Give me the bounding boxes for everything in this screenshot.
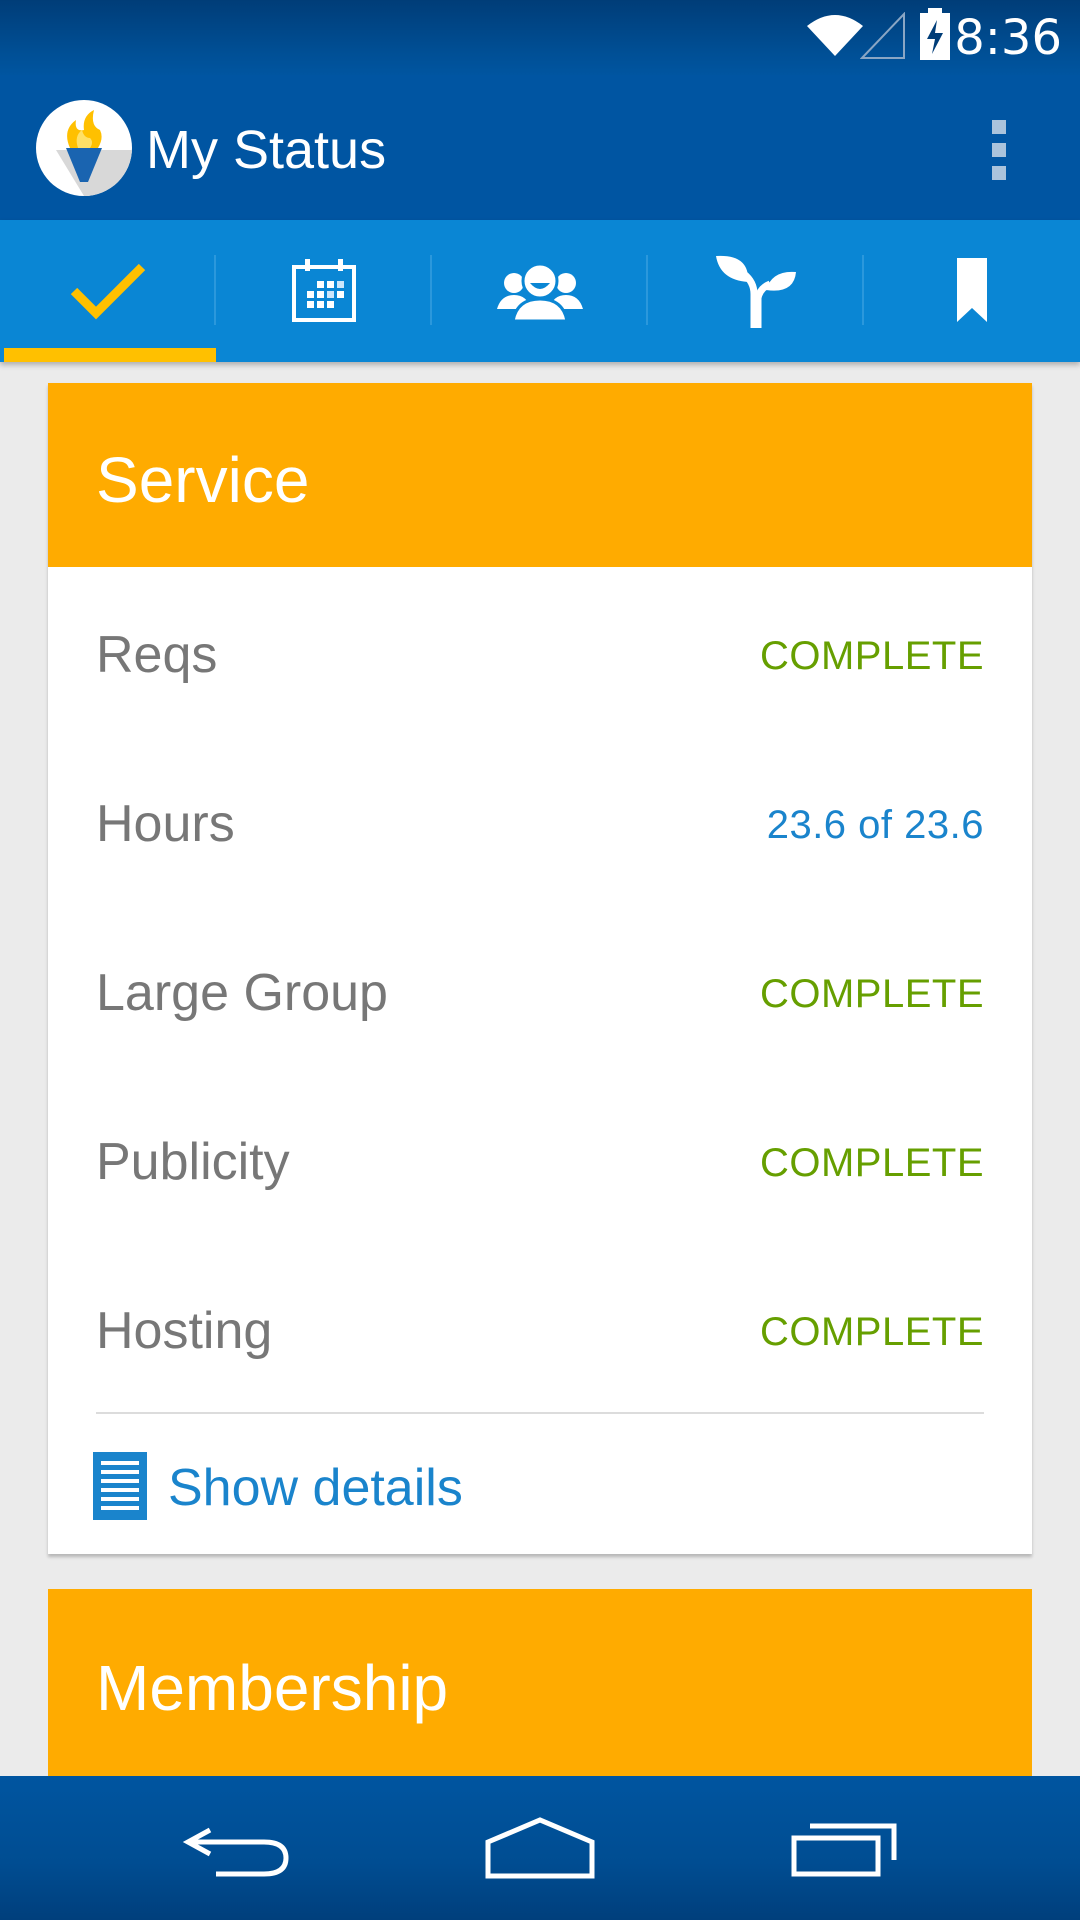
sprout-icon (716, 255, 796, 328)
document-icon (93, 1452, 147, 1520)
show-details-button[interactable]: Show details (48, 1414, 1032, 1554)
requirement-row: Hosting COMPLETE (48, 1243, 1032, 1412)
tab-bookmarks[interactable] (864, 220, 1080, 362)
back-icon[interactable] (180, 1816, 300, 1886)
service-card-header: Service (48, 383, 1032, 567)
membership-card: Membership (48, 1589, 1032, 1779)
torch-logo-icon[interactable] (36, 100, 132, 196)
requirement-status: COMPLETE (759, 634, 984, 678)
clock: 8:36 (954, 10, 1062, 66)
bookmark-icon (957, 258, 987, 322)
status-bar: 8:36 (0, 0, 1080, 75)
requirement-label: Large Group (96, 964, 388, 1022)
membership-card-title: Membership (96, 1652, 449, 1724)
tab-growth[interactable] (648, 220, 864, 362)
group-icon (497, 262, 583, 321)
page-title: My Status (146, 120, 387, 180)
requirement-label: Publicity (96, 1133, 290, 1191)
service-card-title: Service (96, 444, 310, 516)
service-card: Service Reqs COMPLETE Hours 23.6 of 23.6… (48, 383, 1032, 1554)
tab-members[interactable] (432, 220, 648, 362)
requirement-row: Publicity COMPLETE (48, 1074, 1032, 1243)
requirement-label: Hours (96, 795, 235, 853)
requirement-status: COMPLETE (759, 1141, 984, 1185)
requirement-status: 23.6 of 23.6 (766, 803, 984, 847)
requirement-label: Reqs (96, 626, 218, 684)
calendar-icon (292, 259, 356, 322)
overflow-dot-icon (992, 120, 1006, 134)
requirement-row: Reqs COMPLETE (48, 567, 1032, 736)
requirement-row: Large Group COMPLETE (48, 905, 1032, 1074)
overflow-dot-icon (992, 166, 1006, 180)
requirement-status: COMPLETE (759, 972, 984, 1016)
tab-calendar[interactable] (216, 220, 432, 362)
show-details-label: Show details (168, 1459, 463, 1517)
overflow-menu-button[interactable] (965, 105, 1031, 195)
app-bar: My Status (0, 75, 1080, 220)
signal-icon (860, 12, 905, 59)
selected-tab-indicator (4, 348, 216, 362)
requirement-label: Hosting (96, 1302, 273, 1360)
recent-apps-icon[interactable] (780, 1816, 900, 1886)
requirement-status: COMPLETE (759, 1310, 984, 1354)
tab-bar (0, 220, 1080, 362)
membership-card-header[interactable]: Membership (48, 1589, 1032, 1779)
home-icon[interactable] (480, 1816, 600, 1886)
requirement-row: Hours 23.6 of 23.6 (48, 736, 1032, 905)
battery-charging-icon (920, 8, 950, 60)
tab-status[interactable] (0, 220, 216, 362)
wifi-icon (807, 15, 863, 56)
check-icon (70, 263, 146, 320)
overflow-dot-icon (992, 143, 1006, 157)
system-navigation-bar (0, 1776, 1080, 1920)
